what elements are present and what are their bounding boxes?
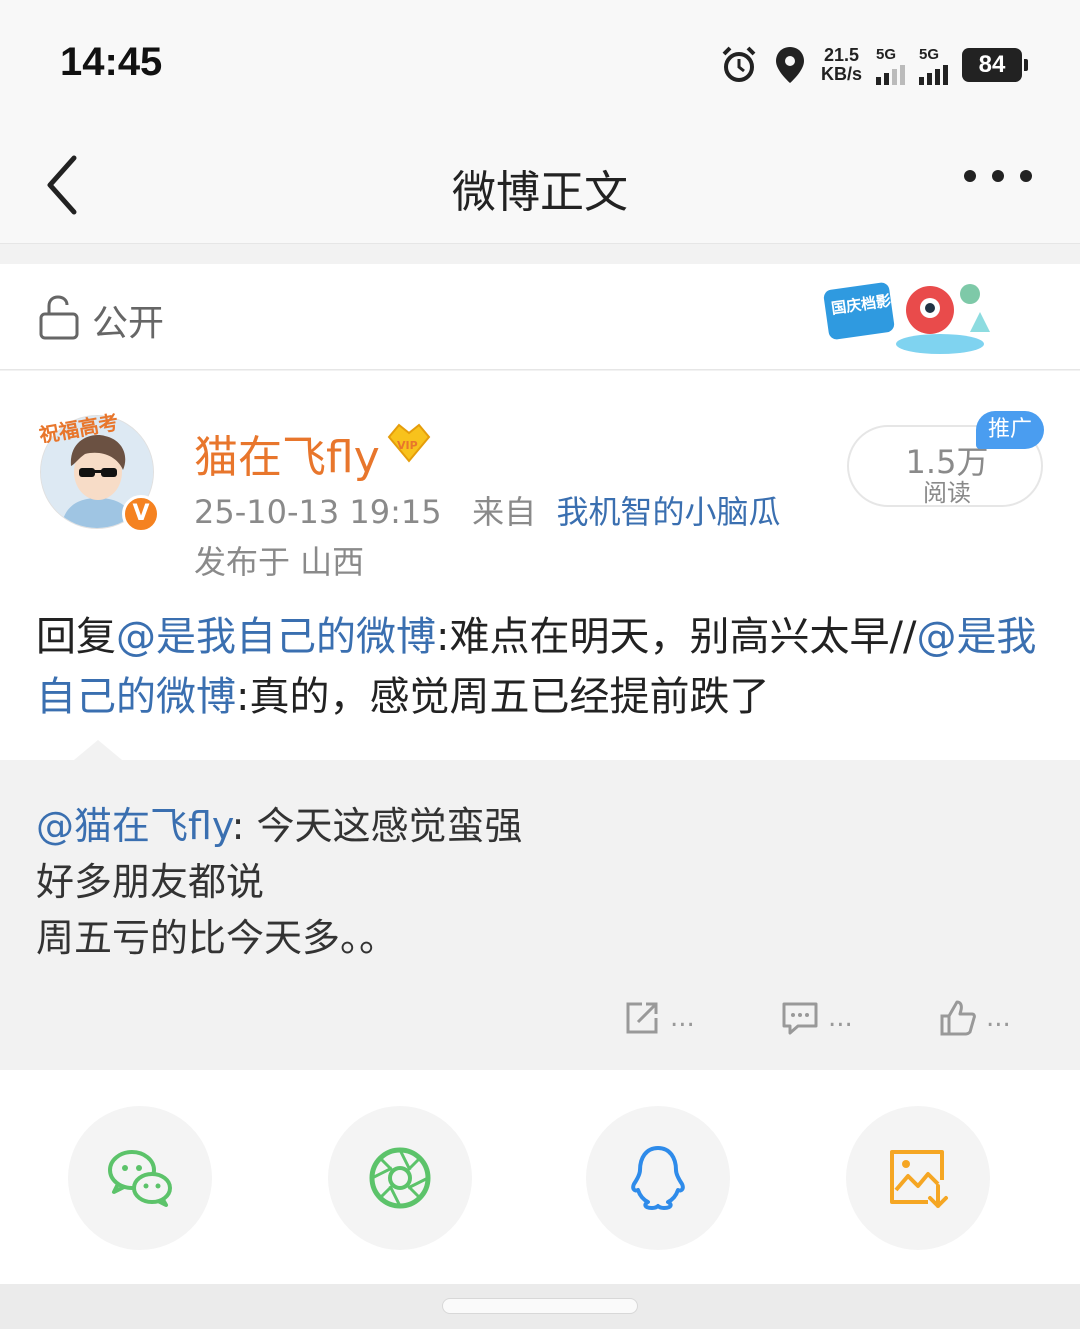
moments-icon: [369, 1147, 431, 1209]
vip-crown-icon[interactable]: VIP: [385, 421, 433, 465]
source-prefix: 来自: [472, 493, 537, 531]
signal-1-label: 5G: [876, 45, 897, 63]
quoted-post[interactable]: @猫在飞fly: 今天这感觉蛮强 好多朋友都说 周五亏的比今天多。。 ... .…: [0, 740, 1080, 1070]
thumbs-up-icon: [940, 1000, 976, 1036]
quoted-line: : 今天这感觉蛮强: [231, 804, 523, 848]
like-count: ...: [986, 1003, 1011, 1033]
speed-value: 21.5: [823, 45, 860, 65]
post-meta: 25-10-13 19:15 来自 我机智的小脑瓜: [194, 487, 781, 533]
unlock-icon: [39, 295, 79, 340]
status-bar: 14:45 21.5 KB/s 5G 5G 84: [0, 0, 1080, 130]
qq-icon: [631, 1146, 685, 1210]
promote-badge[interactable]: 推广: [976, 411, 1044, 449]
signal-2: 5G: [919, 46, 948, 85]
scroll-indicator[interactable]: [442, 1298, 638, 1314]
post-text: 回复@是我自己的微博:难点在明天，别高兴太早//@是我自己的微博:真的，感觉周五…: [36, 607, 1046, 727]
timestamp: 25-10-13 19:15: [194, 493, 442, 531]
quoted-line: 好多朋友都说: [36, 860, 265, 904]
repost-icon: [626, 1002, 658, 1034]
network-speed: 21.5 KB/s: [821, 46, 862, 84]
comment-count: ...: [828, 1003, 853, 1033]
clock: 14:45: [60, 40, 163, 84]
avatar-banner-text: 祝福高考: [37, 410, 120, 443]
read-label: 阅读: [923, 479, 971, 507]
more-dots-icon[interactable]: [964, 170, 1032, 182]
alarm-icon: [722, 46, 756, 82]
save-image-button[interactable]: [846, 1106, 990, 1250]
share-moments-button[interactable]: [328, 1106, 472, 1250]
share-qq-button[interactable]: [586, 1106, 730, 1250]
source-link[interactable]: 我机智的小脑瓜: [557, 493, 781, 531]
location: 发布于 山西: [194, 543, 365, 581]
post-card: 祝福高考 V 猫在飞fly VIP 25-10-13 19:15 来自 我机智的…: [0, 371, 1080, 760]
signal-1: 5G: [876, 46, 905, 85]
reply-prefix: 回复: [36, 614, 116, 660]
post-text-part: :难点在明天，别高兴太早//: [436, 614, 917, 660]
svg-text:VIP: VIP: [397, 439, 418, 452]
like-button[interactable]: ...: [938, 988, 1011, 1048]
location-icon: [775, 47, 804, 83]
share-wechat-button[interactable]: [68, 1106, 212, 1250]
signal-2-bars-icon: [919, 63, 948, 85]
wechat-icon: [108, 1150, 172, 1207]
mention-link[interactable]: @是我自己的微博: [116, 614, 436, 660]
bottom-area: [0, 1284, 1080, 1329]
signal-2-label: 5G: [919, 45, 940, 63]
share-bar: [0, 1070, 1080, 1284]
visibility-label: 公开: [92, 303, 165, 344]
mention-link[interactable]: @猫在飞fly: [36, 804, 232, 848]
verified-icon: V: [122, 495, 160, 533]
film-critic-badge-icon[interactable]: 国庆档影评达人: [820, 272, 1000, 362]
status-icons: 21.5 KB/s 5G 5G 84: [719, 42, 1028, 88]
title-bar: 微博正文: [0, 130, 1080, 244]
repost-button[interactable]: ...: [622, 988, 695, 1048]
battery-indicator: 84: [962, 48, 1028, 82]
page-title: 微博正文: [452, 167, 628, 218]
username[interactable]: 猫在飞fly: [194, 421, 380, 485]
signal-1-bars-icon: [876, 63, 905, 85]
save-image-icon: [890, 1150, 948, 1208]
comment-icon: [782, 1002, 818, 1035]
quoted-text: @猫在飞fly: 今天这感觉蛮强 好多朋友都说 周五亏的比今天多。。: [36, 798, 1036, 966]
speed-unit: KB/s: [820, 64, 862, 84]
repost-count: ...: [670, 1003, 695, 1033]
comment-button[interactable]: ...: [780, 988, 853, 1048]
avatar[interactable]: 祝福高考 V: [34, 403, 162, 533]
avatar-banner: 祝福高考: [37, 410, 120, 443]
quote-pointer: [74, 740, 122, 760]
visibility-row: 公开 国庆档影评达人: [0, 264, 1080, 370]
post-text-part: :真的，感觉周五已经提前跌了: [236, 674, 770, 720]
quoted-line: 周五亏的比今天多。。: [36, 916, 398, 960]
quoted-actions: ... ... ...: [0, 988, 1080, 1048]
